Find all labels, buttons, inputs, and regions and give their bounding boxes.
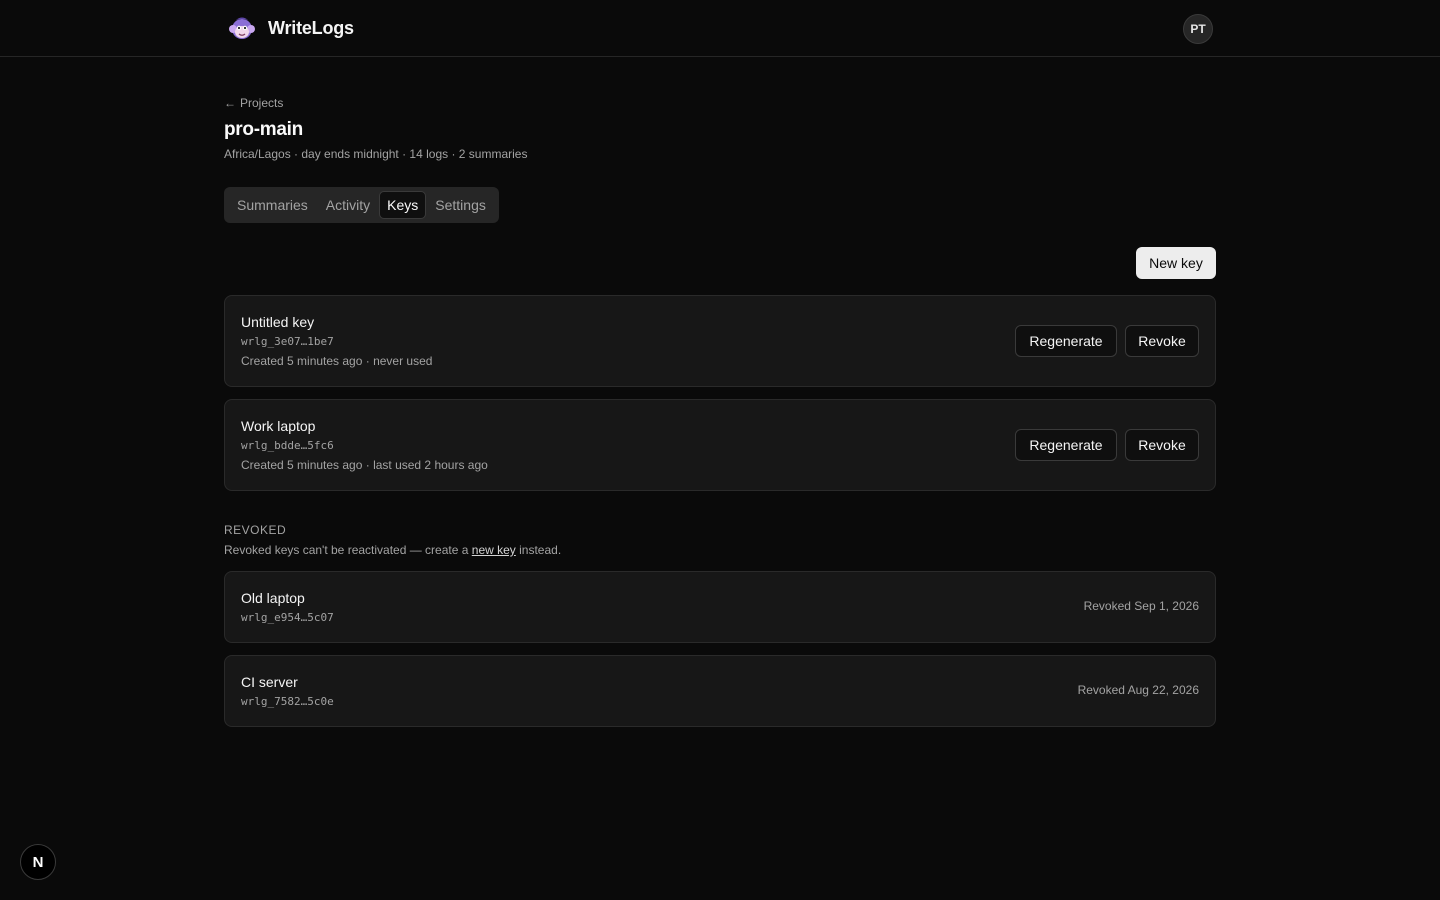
key-name: Work laptop xyxy=(241,418,316,434)
tab-activity[interactable]: Activity xyxy=(317,191,379,219)
revoked-key-card: CI server wrlg_7582…5c0e Revoked Aug 22,… xyxy=(224,655,1216,727)
key-id: wrlg_3e07…1be7 xyxy=(241,335,334,348)
key-name: Old laptop xyxy=(241,590,305,606)
revoke-button[interactable]: Revoke xyxy=(1125,429,1199,461)
back-link-label: Projects xyxy=(240,96,284,110)
back-to-projects-link[interactable]: ← Projects xyxy=(224,95,283,111)
revoked-note-text-end: instead. xyxy=(515,543,562,557)
user-avatar[interactable]: PT xyxy=(1183,14,1213,44)
regenerate-button[interactable]: Regenerate xyxy=(1015,429,1117,461)
top-bar: WriteLogs PT xyxy=(0,0,1440,57)
key-id: wrlg_7582…5c0e xyxy=(241,695,334,708)
key-card: Untitled key wrlg_3e07…1be7 Created 5 mi… xyxy=(224,295,1216,387)
key-card: Work laptop wrlg_bdde…5fc6 Created 5 min… xyxy=(224,399,1216,491)
arrow-left-icon: ← xyxy=(224,96,236,110)
next-dev-tools-button[interactable]: N xyxy=(20,844,56,880)
project-meta: Africa/Lagos · day ends midnight · 14 lo… xyxy=(224,147,528,161)
key-name: Untitled key xyxy=(241,314,315,330)
key-info: Created 5 minutes ago · last used 2 hour… xyxy=(241,458,488,472)
tab-keys[interactable]: Keys xyxy=(379,191,427,219)
new-key-button[interactable]: New key xyxy=(1136,247,1216,279)
revoke-button[interactable]: Revoke xyxy=(1125,325,1199,357)
key-id: wrlg_e954…5c07 xyxy=(241,611,334,624)
revoked-section-heading: REVOKED xyxy=(224,523,287,537)
new-key-link[interactable]: new key xyxy=(472,543,516,557)
regenerate-button[interactable]: Regenerate xyxy=(1015,325,1117,357)
revoked-date: Revoked Aug 22, 2026 xyxy=(1077,683,1199,697)
tab-settings[interactable]: Settings xyxy=(426,191,495,219)
brand-home-link[interactable]: WriteLogs xyxy=(226,12,354,44)
revoked-key-card: Old laptop wrlg_e954…5c07 Revoked Sep 1,… xyxy=(224,571,1216,643)
key-id: wrlg_bdde…5fc6 xyxy=(241,439,334,452)
revoked-note-text: Revoked keys can't be reactivated — crea… xyxy=(224,543,472,557)
revoked-note: Revoked keys can't be reactivated — crea… xyxy=(224,543,561,557)
tab-summaries[interactable]: Summaries xyxy=(228,191,317,219)
key-info: Created 5 minutes ago · never used xyxy=(241,354,433,368)
key-name: CI server xyxy=(241,674,298,690)
page-title: pro-main xyxy=(224,119,303,140)
revoked-date: Revoked Sep 1, 2026 xyxy=(1083,599,1199,613)
app-name: WriteLogs xyxy=(268,17,354,38)
project-tabs: Summaries Activity Keys Settings xyxy=(224,187,499,223)
monkey-logo-icon xyxy=(229,17,255,39)
